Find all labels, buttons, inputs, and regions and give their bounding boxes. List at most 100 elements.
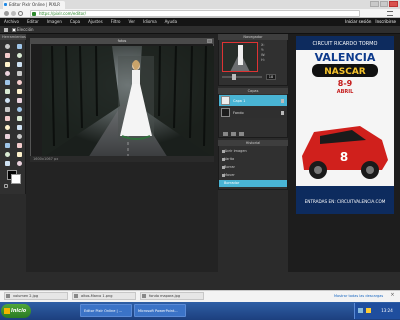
zoom-slider-track[interactable] <box>222 76 262 78</box>
new-layer-icon[interactable] <box>231 131 236 136</box>
zoom-slider-handle[interactable] <box>232 74 236 80</box>
menu-capa[interactable]: Capa <box>66 18 84 26</box>
pencil-icon <box>16 61 22 67</box>
history-item[interactable]: Mover <box>219 172 287 179</box>
tool-button[interactable] <box>2 132 12 140</box>
color-swap-icon[interactable] <box>4 184 8 188</box>
document-canvas[interactable] <box>42 46 214 158</box>
tool-button[interactable] <box>14 87 24 95</box>
tool-button[interactable] <box>14 105 24 113</box>
menu-archivo[interactable]: Archivo <box>0 18 23 26</box>
tool-button[interactable] <box>2 87 12 95</box>
document-title[interactable]: fotos <box>30 38 214 44</box>
menu-idioma[interactable]: Idioma <box>139 18 161 26</box>
menu-ajustes[interactable]: Ajustes <box>84 18 107 26</box>
tool-button[interactable] <box>2 105 12 113</box>
tool-button[interactable] <box>2 114 12 122</box>
login-link[interactable]: Iniciar sesión <box>345 18 371 26</box>
tool-button[interactable] <box>14 51 24 59</box>
tool-button[interactable] <box>2 69 12 77</box>
download-item[interactable]: volumen 2.jpg <box>4 292 68 300</box>
zoom-value[interactable]: 18 <box>266 74 276 80</box>
pixlr-favicon-icon <box>4 3 7 6</box>
autoselect-checkbox[interactable] <box>12 28 16 32</box>
tool-button[interactable] <box>2 51 12 59</box>
taskbar-app-button[interactable]: Editor Pixlr Online | ... <box>80 304 132 317</box>
show-all-downloads-link[interactable]: Mostrar todas las descargas <box>334 292 383 300</box>
taskbar-app-button[interactable]: Microsoft PowerPoint... <box>134 304 186 317</box>
browser-tab[interactable]: Editor Pixlr Online | PIXLR <box>3 1 65 9</box>
tool-button[interactable] <box>14 150 24 158</box>
tool-button[interactable] <box>14 132 24 140</box>
tool-button[interactable] <box>14 141 24 149</box>
smudge-icon <box>16 124 22 130</box>
history-item[interactable]: Abrir imagen <box>219 148 287 155</box>
ad-headline: CIRCUIT RICARDO TORMO <box>313 41 378 47</box>
tool-button[interactable] <box>14 78 24 86</box>
signup-link[interactable]: Inscribirse <box>375 18 396 26</box>
background-color-swatch[interactable] <box>11 174 21 184</box>
red-eye-icon <box>16 97 22 103</box>
volume-icon[interactable] <box>366 308 371 313</box>
layer-styles-icon[interactable] <box>223 131 228 136</box>
tool-button[interactable] <box>14 96 24 104</box>
tool-button[interactable] <box>2 60 12 68</box>
tool-button[interactable] <box>2 123 12 131</box>
tool-button[interactable] <box>14 69 24 77</box>
tool-button[interactable] <box>2 78 12 86</box>
menu-ver[interactable]: Ver <box>125 18 140 26</box>
download-item[interactable]: altos-Marco 1.png <box>72 292 136 300</box>
file-icon <box>142 294 146 298</box>
forward-icon[interactable] <box>11 11 16 16</box>
tool-button[interactable] <box>2 141 12 149</box>
layer-thumbnail <box>221 108 230 117</box>
layer-visibility-icon[interactable] <box>281 98 284 103</box>
lasso-icon <box>16 52 22 58</box>
bride-figure <box>118 56 154 142</box>
file-icon <box>74 294 78 298</box>
close-icon[interactable]: × <box>390 293 395 298</box>
reload-icon[interactable] <box>18 11 23 16</box>
download-item[interactable]: fondo mapara.jpg <box>140 292 204 300</box>
tool-button[interactable] <box>14 123 24 131</box>
browser-menu-icon[interactable] <box>387 11 393 16</box>
file-icon <box>6 294 10 298</box>
menu-editar[interactable]: Editar <box>23 18 43 26</box>
menu-filtro[interactable]: Filtro <box>107 18 125 26</box>
document-close-icon[interactable] <box>207 39 212 43</box>
menu-imagen[interactable]: Imagen <box>43 18 66 26</box>
window-controls <box>370 1 399 7</box>
hand-icon <box>4 151 10 157</box>
history-item[interactable]: Borrar <box>219 164 287 171</box>
tool-button[interactable] <box>14 42 24 50</box>
gradient-icon <box>16 79 22 85</box>
minimize-icon[interactable] <box>370 1 379 7</box>
url-input[interactable]: https://pixlr.com/editor/ <box>30 10 360 17</box>
tool-button[interactable] <box>2 159 12 167</box>
layer-row[interactable]: Capa 1 <box>219 95 287 106</box>
network-icon[interactable] <box>358 308 363 313</box>
maximize-icon[interactable] <box>379 1 389 7</box>
tool-button[interactable] <box>2 150 12 158</box>
tool-button[interactable] <box>14 159 24 167</box>
layers-footer <box>219 130 287 137</box>
crop-icon <box>4 43 10 49</box>
zoom-icon <box>16 151 22 157</box>
layer-row[interactable]: Fondo <box>219 107 287 118</box>
menu-ayuda[interactable]: Ayuda <box>161 18 181 26</box>
tool-button[interactable] <box>2 42 12 50</box>
marquee-icon <box>4 52 10 58</box>
history-item[interactable]: Varita <box>219 156 287 163</box>
history-step-icon <box>222 166 225 169</box>
back-icon[interactable] <box>4 11 9 16</box>
nascar-ad-banner[interactable]: CIRCUIT RICARDO TORMO VALENCIA NASCAR 8-… <box>296 36 394 214</box>
tool-button[interactable] <box>14 114 24 122</box>
lock-icon <box>32 12 36 16</box>
tool-button[interactable] <box>14 60 24 68</box>
history-step-icon <box>222 174 225 177</box>
navigator-thumbnail[interactable] <box>222 42 258 72</box>
tool-button[interactable] <box>2 96 12 104</box>
close-icon[interactable] <box>389 1 399 7</box>
delete-layer-icon[interactable] <box>239 131 244 136</box>
history-item-active[interactable]: Borrador <box>219 180 287 187</box>
